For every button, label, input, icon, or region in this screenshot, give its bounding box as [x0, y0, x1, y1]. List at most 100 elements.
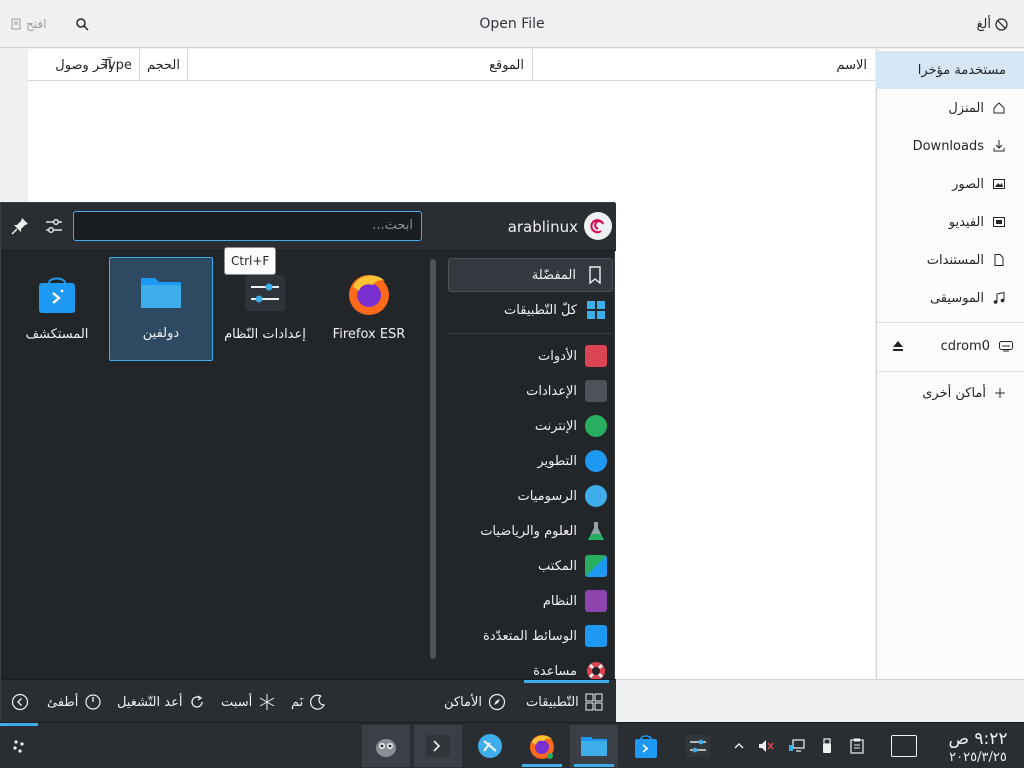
application-launcher: ابحث... arablinux Ctrl+F Firefox ESR إعد…	[0, 202, 616, 723]
download-icon	[993, 140, 1005, 152]
dialog-header: افتح Open File ألغ	[0, 0, 1024, 48]
pin-icon[interactable]	[9, 215, 31, 237]
network-icon[interactable]	[787, 736, 807, 756]
category-all-apps[interactable]: كلّ التّطبيقات	[448, 293, 613, 327]
category-science[interactable]: العلوم والرياضيات	[448, 514, 613, 548]
eject-icon[interactable]	[891, 339, 905, 353]
column-location[interactable]: الموقع	[187, 49, 532, 81]
category-favorites-label: المفضّلة	[531, 267, 576, 283]
task-dolphin[interactable]	[570, 725, 618, 767]
app-discover[interactable]: المستكشف	[5, 259, 109, 363]
place-recent[interactable]: مستخدمة مؤخرا	[876, 51, 1024, 89]
app-firefox[interactable]: Firefox ESR	[317, 259, 421, 363]
configure-icon[interactable]	[43, 215, 65, 237]
category-help-label: مساعدة	[533, 663, 577, 679]
category-utilities-label: الأدوات	[538, 348, 577, 364]
categories-scrollbar[interactable]	[428, 259, 438, 659]
places-sidebar: مستخدمة مؤخرا المنزل Downloads الصور الف…	[876, 49, 1024, 679]
search-shortcut-tooltip: Ctrl+F	[224, 247, 277, 275]
more-session-options[interactable]	[11, 691, 29, 713]
clock-date[interactable]: ٢٠٢٥/٣/٢٥	[938, 750, 1018, 765]
launcher-header: ابحث... arablinux	[1, 203, 616, 251]
sleep-label: نَم	[291, 694, 304, 710]
globe-icon	[585, 415, 607, 437]
column-name[interactable]: الاسم	[532, 49, 875, 81]
tray-expand-icon[interactable]	[729, 736, 749, 756]
category-internet[interactable]: الإنترنت	[448, 409, 613, 443]
place-downloads-label: Downloads	[912, 138, 984, 154]
drive-icon	[999, 341, 1013, 352]
sleep-button[interactable]: نَم	[291, 691, 327, 713]
column-size-label: الحجم	[146, 57, 180, 73]
clock-time[interactable]: ٩:٢٢ ص	[938, 729, 1018, 749]
file-list-header: آخر وصول Type الحجم الموقع الاسم	[28, 49, 875, 81]
task-firefox[interactable]	[518, 725, 566, 767]
hibernate-button[interactable]: أسبت	[221, 691, 276, 713]
picture-icon	[993, 179, 1005, 189]
place-pictures[interactable]: الصور	[876, 165, 1024, 203]
category-list: المفضّلة كلّ التّطبيقات الأدوات الإعدادا…	[447, 255, 613, 679]
task-terminal[interactable]	[414, 725, 462, 767]
tab-applications[interactable]: التّطبيقات	[526, 691, 603, 713]
category-graphics[interactable]: الرسوميات	[448, 479, 613, 513]
shutdown-button[interactable]: أطفئ	[47, 691, 102, 713]
category-graphics-label: الرسوميات	[517, 488, 577, 504]
place-cdrom[interactable]: cdrom0	[876, 327, 1024, 365]
category-development[interactable]: التطوير	[448, 444, 613, 478]
column-type-label: Type	[102, 57, 132, 73]
category-multimedia[interactable]: الوسائط المتعدّدة	[448, 619, 613, 653]
place-home[interactable]: المنزل	[876, 89, 1024, 127]
flask-icon	[588, 522, 604, 540]
place-downloads[interactable]: Downloads	[876, 127, 1024, 165]
place-videos-label: الفيديو	[948, 214, 984, 230]
category-system[interactable]: النظام	[448, 584, 613, 618]
volume-muted-icon[interactable]	[756, 736, 776, 756]
settings-icon	[585, 380, 607, 402]
favorites-grid: Firefox ESR إعدادات النّظام دولفين المست…	[1, 251, 426, 679]
place-music[interactable]: الموسيقى	[876, 279, 1024, 317]
place-recent-label: مستخدمة مؤخرا	[917, 62, 1006, 78]
column-type[interactable]: Type	[95, 49, 139, 81]
restart-button[interactable]: أعد التّشغيل	[117, 691, 206, 713]
settings-sliders-icon	[241, 269, 289, 317]
usb-device-icon[interactable]	[817, 736, 837, 756]
launcher-search-input[interactable]: ابحث...	[73, 211, 422, 241]
place-other-locations[interactable]: أماكن أخرى	[876, 374, 1024, 412]
kdeconnect-icon	[478, 734, 502, 758]
place-documents[interactable]: المستندات	[876, 241, 1024, 279]
app-dolphin[interactable]: دولفين	[109, 257, 213, 361]
task-kdeconnect[interactable]	[466, 725, 514, 767]
discover-taskbar-icon	[635, 735, 657, 758]
show-desktop-button[interactable]	[891, 735, 917, 757]
cancel-icon	[995, 17, 1008, 31]
place-videos[interactable]: الفيديو	[876, 203, 1024, 241]
launcher-button[interactable]	[0, 723, 38, 768]
category-settings-label: الإعدادات	[526, 383, 577, 399]
task-discover[interactable]	[622, 725, 670, 767]
tab-places-label: الأماكن	[444, 694, 483, 710]
task-system-settings[interactable]	[674, 725, 722, 767]
home-icon	[993, 102, 1005, 114]
place-home-label: المنزل	[948, 100, 984, 116]
tab-places[interactable]: الأماكن	[444, 691, 506, 713]
scrollbar-thumb[interactable]	[430, 259, 436, 659]
category-favorites[interactable]: المفضّلة	[448, 258, 613, 292]
column-size[interactable]: الحجم	[139, 49, 187, 81]
lifebuoy-icon	[587, 662, 605, 679]
place-pictures-label: الصور	[952, 176, 984, 192]
category-utilities[interactable]: الأدوات	[448, 339, 613, 373]
video-icon	[993, 217, 1005, 227]
cancel-button[interactable]: ألغ	[977, 14, 1009, 34]
hibernate-label: أسبت	[221, 694, 253, 710]
task-gimp[interactable]	[362, 725, 410, 767]
user-name: arablinux	[507, 218, 578, 236]
clipboard-icon[interactable]	[847, 736, 867, 756]
active-tab-indicator	[524, 680, 609, 683]
firefox-icon	[345, 269, 393, 317]
compass-icon	[488, 693, 506, 711]
place-cdrom-label: cdrom0	[940, 338, 990, 354]
debian-logo-icon[interactable]	[584, 212, 612, 240]
category-help[interactable]: مساعدة	[448, 654, 613, 679]
category-settings[interactable]: الإعدادات	[448, 374, 613, 408]
category-office[interactable]: المكتب	[448, 549, 613, 583]
